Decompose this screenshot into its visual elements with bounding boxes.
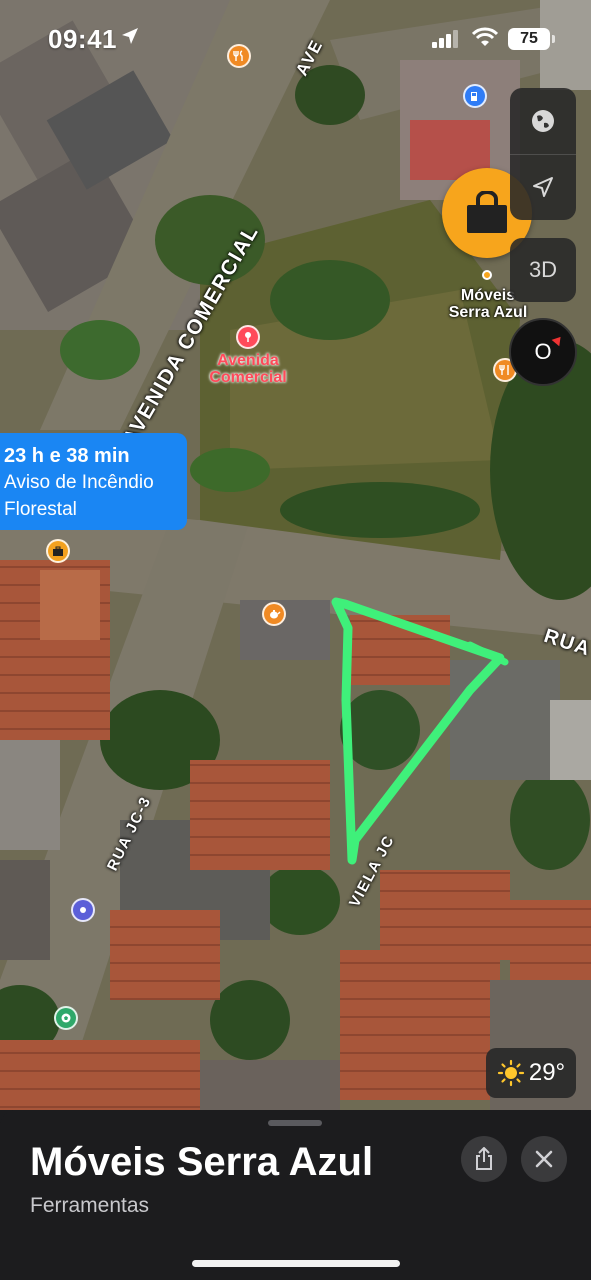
battery-icon: 75 [508,28,555,50]
globe-icon [532,110,554,132]
north-indicator [551,333,565,347]
3d-button[interactable]: 3D [510,238,576,302]
alert-eta: 23 h e 38 min [4,445,130,467]
poi-anchor-dot [482,270,492,280]
shopping-bag-icon [467,191,507,233]
transit-icon[interactable] [71,898,95,922]
poi-label-avenida-comercial[interactable]: Avenida Comercial [196,352,300,386]
place-card-sheet[interactable]: Móveis Serra Azul Ferramentas [0,1110,591,1280]
teapot-icon[interactable] [262,602,286,626]
status-time: 09:41 [48,24,117,54]
place-category: Ferramentas [30,1194,150,1217]
place-title: Móveis Serra Azul [30,1140,374,1184]
sheet-grabber[interactable] [268,1120,322,1126]
track-location-button[interactable] [510,154,576,220]
map-mode-button[interactable] [510,88,576,154]
alert-title-line2: Florestal [4,499,77,520]
soccer-icon[interactable] [54,1006,78,1030]
map-controls [510,88,576,220]
briefcase-icon[interactable] [46,539,70,563]
sun-icon [497,1059,524,1087]
satellite-map[interactable]: AVENIDA COMERCIAL AVE RUA RUA JC-3 VIELA… [0,0,591,1110]
status-bar: 09:41 75 [0,0,591,80]
wifi-icon [472,27,498,46]
fire-alert-banner[interactable]: 23 h e 38 min Aviso de Incêndio Floresta… [0,433,187,530]
satellite-imagery [0,0,591,1110]
pin-icon[interactable] [236,325,260,349]
home-indicator[interactable] [192,1260,400,1267]
alert-title-line1: Aviso de Incêndio [4,472,154,493]
share-icon [476,1147,492,1170]
close-button[interactable] [521,1136,567,1182]
gas-station-icon[interactable] [463,84,487,108]
share-button[interactable] [461,1136,507,1182]
temperature: 29° [528,1059,566,1086]
compass-label: O [534,339,552,364]
weather-badge[interactable]: 29° [486,1048,576,1098]
location-arrow-icon [122,28,138,44]
navigation-arrow-icon [533,177,553,197]
compass-button[interactable]: O [509,318,577,386]
close-icon [535,1150,553,1168]
signal-icon [432,30,458,48]
